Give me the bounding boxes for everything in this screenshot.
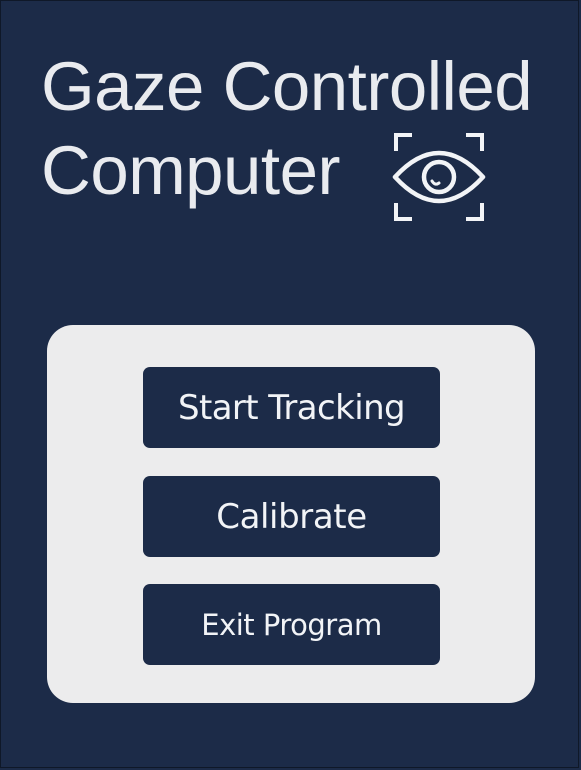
eye-scan-icon — [392, 133, 486, 221]
app-title-line1: Gaze Controlled — [41, 48, 533, 125]
start-tracking-button[interactable]: Start Tracking — [143, 367, 440, 448]
menu-panel: Start Tracking Calibrate Exit Program — [47, 325, 535, 703]
calibrate-button[interactable]: Calibrate — [143, 476, 440, 557]
app-title: Gaze Controlled Computer — [41, 45, 571, 213]
app-title-line2: Computer — [41, 132, 340, 209]
exit-program-button[interactable]: Exit Program — [143, 584, 440, 665]
app-window: Gaze Controlled Computer Start Tracking … — [0, 0, 579, 768]
